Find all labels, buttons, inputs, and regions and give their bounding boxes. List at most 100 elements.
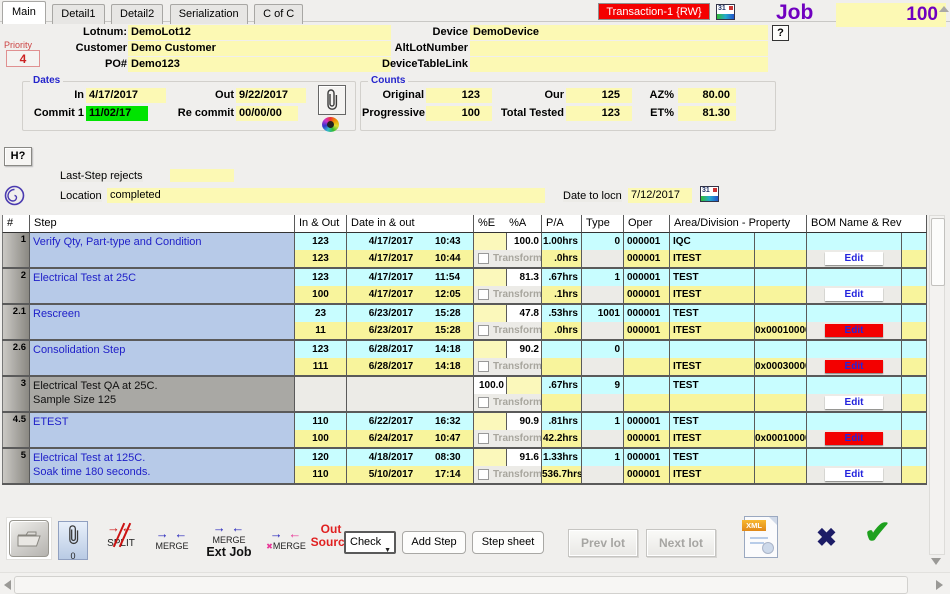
pct-a-cell[interactable]: 90.9 [507, 413, 542, 430]
date-out-cell [347, 394, 474, 411]
pct-a-cell[interactable]: 100.0 [507, 233, 542, 250]
edit-bom-button[interactable]: Edit [825, 252, 883, 265]
prev-lot-button[interactable]: Prev lot [568, 529, 638, 557]
rev-in-cell [902, 269, 927, 286]
type-out-cell [582, 358, 624, 375]
type-cell: 1001 [582, 305, 624, 322]
folder-icon [17, 530, 41, 547]
scroll-left-arrow[interactable] [4, 580, 11, 590]
tab-main[interactable]: Main [2, 1, 46, 24]
check-dropdown[interactable]: Check ▼ [344, 531, 396, 554]
checkbox-icon[interactable] [478, 289, 489, 300]
bom-out-cell: Edit [807, 358, 902, 375]
merge-ext-job-button[interactable]: → ← MERGE Ext Job [200, 521, 258, 559]
transform-checkbox[interactable]: Transform [474, 250, 542, 267]
rev-in-cell [902, 377, 927, 394]
bom-in-cell [807, 341, 902, 358]
bom-out-cell: Edit [807, 430, 902, 447]
edit-bom-button[interactable]: Edit [825, 288, 883, 301]
merge-button[interactable]: → ← MERGE [150, 527, 194, 551]
transform-checkbox[interactable]: Transform [474, 322, 542, 339]
scroll-down-arrow[interactable] [931, 558, 941, 565]
open-folder-button[interactable] [9, 520, 49, 557]
rev-in-cell [902, 233, 927, 250]
split-button[interactable]: →← SPLIT [98, 521, 144, 549]
qty-in-cell: 123 [295, 341, 347, 358]
vertical-scrollbar-thumb[interactable] [931, 218, 945, 286]
pct-a-cell[interactable]: 91.6 [507, 449, 542, 466]
rev-out-cell [902, 394, 927, 411]
oper-in-cell [624, 377, 670, 394]
xmerge-button[interactable]: → ← ✖MERGE [262, 527, 310, 551]
checkbox-icon[interactable] [478, 325, 489, 336]
step-name[interactable]: Rescreen [30, 305, 295, 339]
horizontal-scrollbar[interactable] [0, 572, 950, 594]
oper-out-cell: 000001 [624, 286, 670, 303]
transform-checkbox[interactable]: Transform [474, 286, 542, 303]
area-in-cell [670, 341, 755, 358]
pct-e-cell[interactable] [474, 305, 507, 322]
pct-e-cell[interactable]: 100.0 [474, 377, 507, 394]
pct-e-cell[interactable] [474, 341, 507, 358]
steps-table: #StepIn & OutDate in & out%E%AP/ATypeOpe… [0, 0, 950, 594]
vertical-scrollbar[interactable] [929, 215, 945, 555]
xml-export-button[interactable]: XML [744, 516, 778, 558]
date-in-cell: 4/18/201708:30 [347, 449, 474, 466]
attachments-button[interactable]: 0 [58, 521, 88, 560]
property-out-cell [755, 466, 807, 483]
pct-e-cell[interactable] [474, 449, 507, 466]
step-name[interactable]: Electrical Test QA at 25C.Sample Size 12… [30, 377, 295, 411]
pct-a-cell[interactable] [507, 377, 542, 394]
area-out-cell [670, 394, 755, 411]
checkbox-icon[interactable] [478, 433, 489, 444]
step-sheet-button[interactable]: Step sheet [472, 531, 544, 554]
type-out-cell [582, 430, 624, 447]
qty-in-cell: 120 [295, 449, 347, 466]
pct-e-cell[interactable] [474, 269, 507, 286]
pct-e-cell[interactable] [474, 413, 507, 430]
property-out-cell: 0x00010000 [755, 322, 807, 339]
confirm-icon[interactable]: ✔ [864, 513, 891, 551]
edit-bom-button[interactable]: Edit [825, 468, 883, 481]
checkbox-icon[interactable] [478, 361, 489, 372]
pct-a-cell[interactable]: 81.3 [507, 269, 542, 286]
transform-checkbox[interactable]: Transform [474, 358, 542, 375]
rev-out-cell [902, 286, 927, 303]
checkbox-icon[interactable] [478, 253, 489, 264]
checkbox-icon[interactable] [478, 469, 489, 480]
step-name[interactable]: Electrical Test at 125C.Soak time 180 se… [30, 449, 295, 483]
pct-a-cell[interactable]: 90.2 [507, 341, 542, 358]
checkbox-icon[interactable] [478, 397, 489, 408]
transform-checkbox[interactable]: Transform [474, 430, 542, 447]
cancel-icon[interactable]: ✖ [816, 523, 837, 553]
type-out-cell [582, 322, 624, 339]
pct-a-cell[interactable]: 47.8 [507, 305, 542, 322]
transform-checkbox[interactable]: Transform [474, 394, 542, 411]
add-step-button[interactable]: Add Step [402, 531, 466, 554]
merge-label: MERGE [150, 541, 194, 551]
step-name[interactable]: Verify Qty, Part-type and Condition [30, 233, 295, 267]
paperclip-icon [68, 523, 79, 547]
pct-e-cell[interactable] [474, 233, 507, 250]
area-out-cell: ITEST [670, 466, 755, 483]
edit-bom-button[interactable]: Edit [825, 432, 883, 445]
rev-out-cell [902, 358, 927, 375]
edit-bom-button[interactable]: Edit [825, 360, 883, 373]
col-header-in-out: In & Out [295, 215, 347, 233]
pa-hours-in-cell: .67hrs [542, 269, 582, 286]
type-cell: 0 [582, 233, 624, 250]
area-in-cell: TEST [670, 305, 755, 322]
bom-in-cell [807, 377, 902, 394]
step-name[interactable]: ETEST [30, 413, 295, 447]
next-lot-button[interactable]: Next lot [646, 529, 716, 557]
edit-bom-button[interactable]: Edit [825, 324, 883, 337]
edit-bom-button[interactable]: Edit [825, 396, 883, 409]
date-in-cell [347, 377, 474, 394]
attachment-count: 0 [59, 552, 87, 560]
step-name[interactable]: Consolidation Step [30, 341, 295, 375]
transform-checkbox[interactable]: Transform [474, 466, 542, 483]
horizontal-scrollbar-thumb[interactable] [14, 576, 908, 594]
step-name[interactable]: Electrical Test at 25C [30, 269, 295, 303]
scroll-right-arrow[interactable] [936, 580, 943, 590]
date-in-cell: 4/17/201710:43 [347, 233, 474, 250]
